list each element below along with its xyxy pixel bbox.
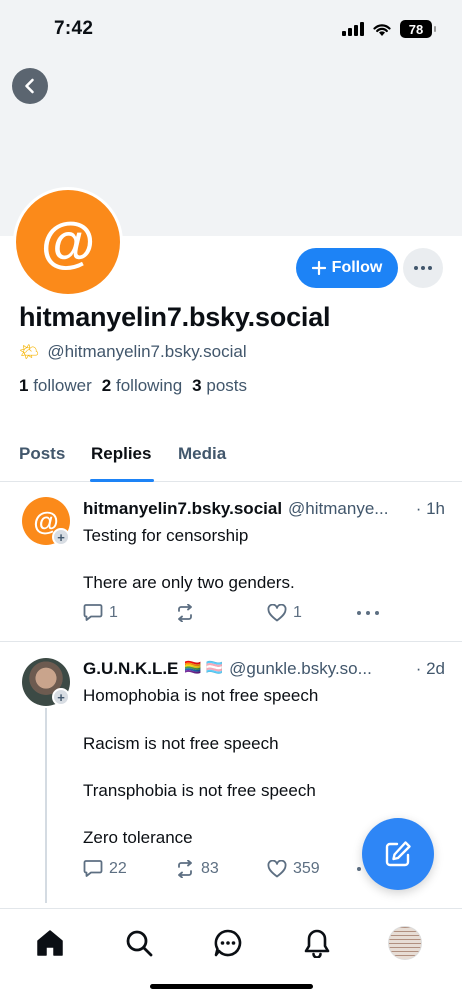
nav-home[interactable] [32,925,68,961]
repost-icon [178,859,192,878]
reply-count: 22 [109,859,127,877]
followers-stat[interactable]: 1 follower [19,376,92,396]
chevron-left-icon [25,78,34,94]
thread-line [45,708,47,903]
post-text-line: Racism is not free speech [83,734,279,753]
post-author-name[interactable]: hitmanyelin7.bsky.social [83,499,282,519]
status-time: 7:42 [54,18,94,39]
nav-profile[interactable] [387,925,423,961]
home-indicator [150,984,313,989]
nav-chat[interactable] [210,925,246,961]
post-author-handle: @hitmanye... [288,499,389,518]
heart-icon [267,603,287,621]
repost-button[interactable] [175,603,267,622]
nav-search[interactable] [121,925,157,961]
posts-count: 3 [192,376,202,395]
following-count: 2 [101,376,112,395]
post-text-line: Homophobia is not free speech [83,686,319,705]
repost-icon [178,603,192,622]
wifi-icon [373,23,391,36]
following-label: following [116,376,183,395]
compose-button[interactable] [362,818,434,890]
repost-button[interactable]: 83 [175,859,267,878]
ellipsis-icon [414,266,432,270]
tab-posts[interactable]: Posts [19,444,65,464]
post-text-line: Testing for censorship [83,526,249,545]
battery-level: 78 [408,21,424,37]
post-actions: 22 83 359 [83,859,379,878]
post-divider [0,641,462,642]
active-tab-indicator [90,479,154,482]
like-button[interactable]: 359 [267,859,357,878]
posts-label: posts [206,376,247,395]
reply-icon [83,860,103,877]
at-sign-icon: @ [40,210,96,273]
heart-icon [267,859,287,877]
reply-button[interactable]: 22 [83,859,175,878]
profile-display-name: hitmanyelin7.bsky.social [19,302,331,332]
like-count: 1 [293,603,302,621]
author-flag-emojis: 🏳️‍🌈 🏳️‍⚧️ [184,659,224,675]
reply-count: 1 [109,603,118,621]
post-time: · 2d [415,659,445,678]
followers-count: 1 [19,376,29,395]
like-count: 359 [293,859,320,877]
profile-handle-row: 🌤 @hitmanyelin7.bsky.social [19,342,247,362]
profile-tabs: Posts Replies Media [0,436,462,482]
compose-icon [385,841,411,867]
post-header: hitmanyelin7.bsky.social @hitmanye... · … [83,499,445,519]
bell-icon [304,929,330,958]
search-icon [126,930,153,957]
follow-label: Follow [331,259,383,276]
posts-stat: 3 posts [192,376,247,396]
post-more-button[interactable] [357,610,379,615]
profile-stats: 1 follower 2 following 3 posts [19,376,247,396]
post-actions: 1 1 [83,603,379,622]
back-button[interactable] [12,68,48,104]
plus-icon[interactable]: + [52,528,70,546]
profile-avatar[interactable]: @ [13,187,123,297]
like-button[interactable]: 1 [267,603,357,622]
profile-more-button[interactable] [403,248,443,288]
profile-avatar [388,926,422,960]
tab-media[interactable]: Media [178,444,226,464]
post-text-line: There are only two genders. [83,573,295,592]
post-time: · 1h [415,499,445,518]
plus-icon [311,261,326,275]
follow-button[interactable]: Follow [296,248,398,288]
status-icons: 78 [342,20,436,38]
status-bar: 7:42 78 [0,0,462,56]
post-author-handle: @gunkle.bsky.so... [229,659,372,678]
plus-icon[interactable]: + [52,688,70,706]
reply-button[interactable]: 1 [83,603,175,622]
nav-notifications[interactable] [299,925,335,961]
signal-icon [342,22,364,36]
profile-handle: @hitmanyelin7.bsky.social [47,342,247,361]
post-author-name[interactable]: G.U.N.K.L.E [83,659,178,679]
chat-icon [214,929,242,957]
battery-icon: 78 [400,20,436,38]
sun-emoji: 🌤 [19,344,40,361]
post-text-line: Zero tolerance [83,828,193,847]
reply-icon [83,604,103,621]
repost-count: 83 [201,859,219,877]
followers-label: follower [33,376,92,395]
ellipsis-icon [357,610,379,615]
post-text-line: Transphobia is not free speech [83,781,316,800]
tab-replies[interactable]: Replies [91,444,151,464]
post-header: G.U.N.K.L.E 🏳️‍🌈 🏳️‍⚧️ @gunkle.bsky.so..… [83,659,445,679]
following-stat[interactable]: 2 following [102,376,182,396]
home-icon [37,930,63,956]
